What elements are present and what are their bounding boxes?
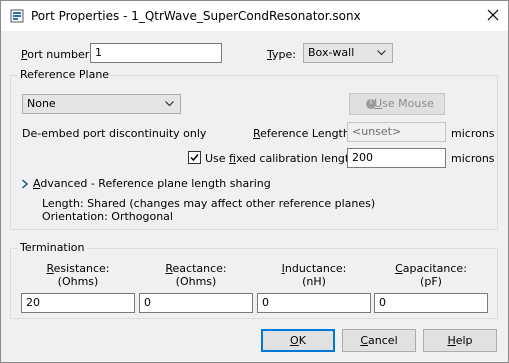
window-title: Port Properties - 1_QtrWave_SuperCondRes… xyxy=(31,9,361,23)
type-select[interactable]: Box-wall xyxy=(303,43,393,63)
fixed-calibration-checkbox[interactable] xyxy=(188,151,201,164)
orientation-info: Orientation: Orthogonal xyxy=(42,210,173,223)
reactance-unit: (Ohms) xyxy=(175,275,217,288)
ok-button[interactable]: OK xyxy=(261,329,335,352)
advanced-label: Advanced - Reference plane length sharin… xyxy=(33,177,271,190)
reference-length-units: microns xyxy=(451,127,495,140)
resistance-value: 20 xyxy=(26,296,40,309)
reactance-input[interactable]: 0 xyxy=(139,293,253,313)
deembed-text: De-embed port discontinuity only xyxy=(22,127,207,140)
reactance-value: 0 xyxy=(144,296,151,309)
resistance-unit: (Ohms) xyxy=(57,275,99,288)
inductance-value: 0 xyxy=(262,296,269,309)
capacitance-unit: (pF) xyxy=(420,275,442,288)
port-number-input[interactable]: 1 xyxy=(90,43,222,63)
termination-group-label: Termination xyxy=(18,241,87,254)
cancel-button[interactable]: Cancel xyxy=(342,329,416,352)
port-number-value: 1 xyxy=(95,46,102,59)
chevron-right-icon xyxy=(22,179,29,189)
fixed-calibration-label: Use fixed calibration length: xyxy=(205,152,360,165)
port-number-label: Port number: xyxy=(21,48,93,61)
port-properties-dialog: Port Properties - 1_QtrWave_SuperCondRes… xyxy=(0,0,509,363)
reference-length-value: <unset> xyxy=(352,125,402,138)
reference-plane-group-label: Reference Plane xyxy=(18,68,112,81)
chevron-down-icon xyxy=(377,50,386,56)
reference-length-input[interactable]: <unset> xyxy=(347,122,446,142)
capacitance-value: 0 xyxy=(379,296,386,309)
inductance-input[interactable]: 0 xyxy=(257,293,371,313)
mouse-icon xyxy=(366,99,376,109)
capacitance-label: Capacitance: (pF) xyxy=(374,262,488,288)
help-button[interactable]: Help xyxy=(423,329,497,352)
reference-plane-select[interactable]: None xyxy=(22,94,181,114)
resistance-label: Resistance: (Ohms) xyxy=(21,262,135,288)
inductance-label: Inductance: (nH) xyxy=(257,262,371,288)
reference-plane-select-value: None xyxy=(27,97,56,110)
type-select-value: Box-wall xyxy=(308,46,355,59)
fixed-calibration-input[interactable]: 200 xyxy=(347,148,446,168)
use-mouse-button[interactable]: Use Mouse xyxy=(349,93,445,115)
reactance-label: Reactance: (Ohms) xyxy=(139,262,253,288)
type-label: Type: xyxy=(267,48,296,61)
inductance-unit: (nH) xyxy=(302,275,326,288)
checkmark-icon xyxy=(190,154,199,162)
close-icon[interactable] xyxy=(487,9,499,21)
resistance-input[interactable]: 20 xyxy=(21,293,135,313)
capacitance-input[interactable]: 0 xyxy=(374,293,488,313)
title-bar: Port Properties - 1_QtrWave_SuperCondRes… xyxy=(1,1,508,31)
app-icon xyxy=(10,9,24,23)
chevron-down-icon xyxy=(165,101,174,107)
fixed-calibration-units: microns xyxy=(451,152,495,165)
reference-length-label: Reference Length: xyxy=(253,127,354,140)
length-info: Length: Shared (changes may affect other… xyxy=(42,197,376,210)
fixed-calibration-value: 200 xyxy=(352,151,373,164)
